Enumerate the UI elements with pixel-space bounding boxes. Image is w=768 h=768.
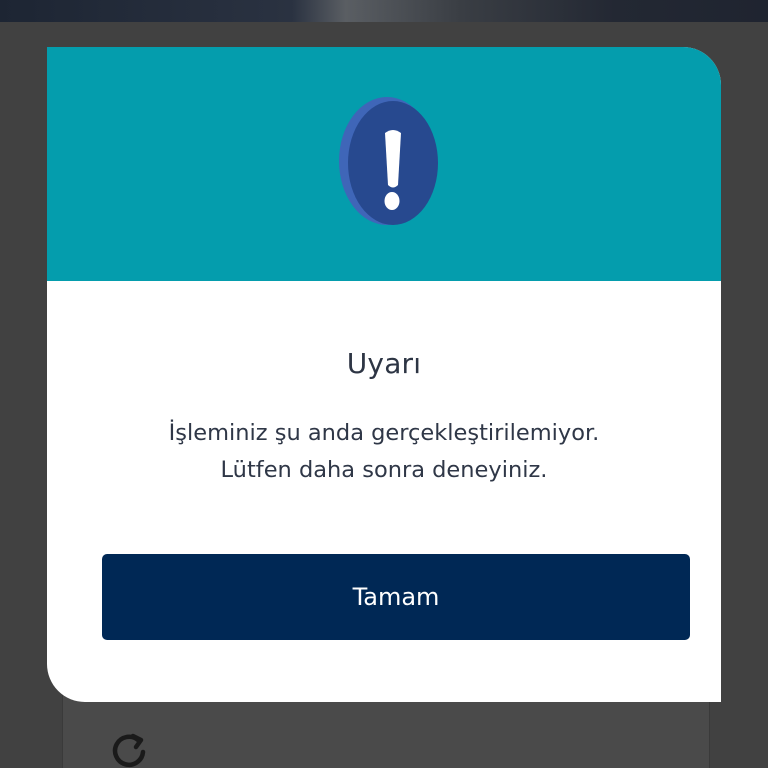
exclamation-icon xyxy=(339,97,438,225)
background-banner-image xyxy=(0,0,768,22)
screen: Uyarı İşleminiz şu anda gerçekleştirilem… xyxy=(0,0,768,768)
alert-dialog: Uyarı İşleminiz şu anda gerçekleştirilem… xyxy=(47,47,721,702)
dialog-message-line-2: Lütfen daha sonra deneyiniz. xyxy=(220,457,548,483)
dialog-message: İşleminiz şu anda gerçekleştirilemiyor. … xyxy=(87,415,681,489)
refresh-icon xyxy=(112,733,146,767)
dialog-title: Uyarı xyxy=(346,347,422,380)
dialog-header xyxy=(47,47,721,281)
ok-button[interactable]: Tamam xyxy=(102,554,690,640)
dialog-message-line-1: İşleminiz şu anda gerçekleştirilemiyor. xyxy=(168,420,600,446)
